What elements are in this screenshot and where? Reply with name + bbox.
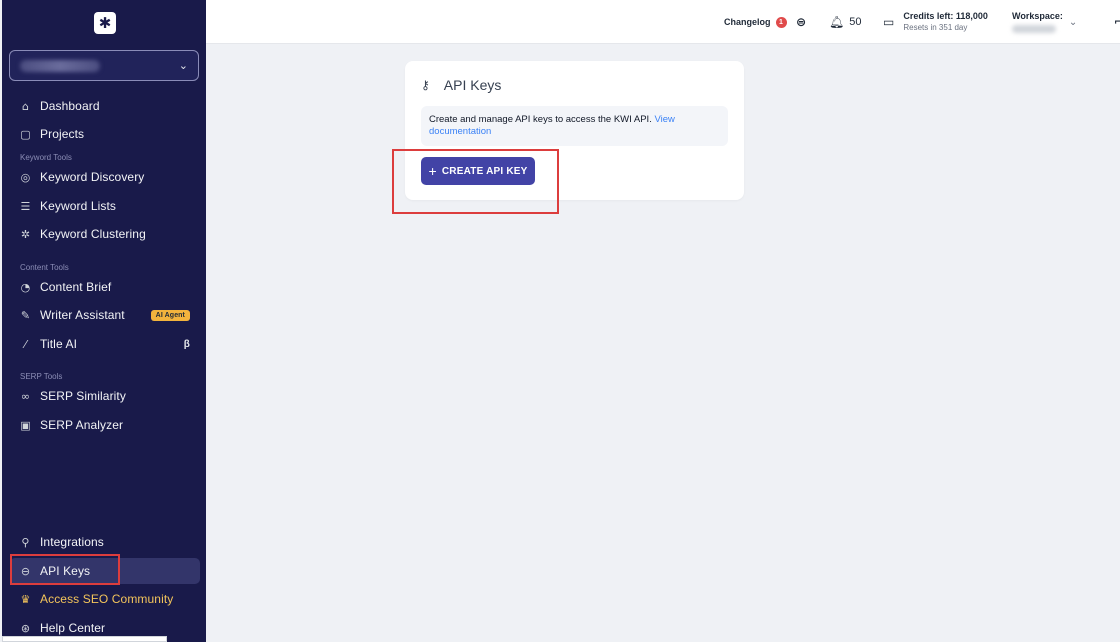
bell-icon: 🔔︎	[829, 15, 845, 29]
list-icon: ☰	[20, 199, 31, 213]
sidebar-item-label: Writer Assistant	[40, 308, 125, 322]
page-title: API Keys	[443, 77, 502, 93]
section-label-content-tools: Content Tools	[20, 263, 69, 272]
help-icon: ⊛	[20, 621, 31, 635]
sidebar-item-title-ai[interactable]: ⁄ Title AI β	[10, 331, 200, 357]
chevron-down-icon: ⌄	[178, 60, 188, 72]
sidebar-item-label: Keyword Lists	[40, 199, 116, 213]
ai-agent-badge: AI Agent	[150, 309, 190, 321]
user-circle-icon: ⊜	[796, 15, 807, 29]
wallet-icon: ▭	[883, 15, 895, 29]
sidebar-item-label: Integrations	[40, 535, 104, 549]
credits-left: Credits left: 118,000	[903, 11, 988, 21]
section-label-serp-tools: SERP Tools	[20, 372, 63, 381]
sidebar-item-label: Keyword Discovery	[40, 170, 145, 184]
workspace-selector[interactable]: ⌄	[9, 50, 199, 81]
plug-icon: ⚲	[21, 535, 30, 549]
sidebar-item-integrations[interactable]: ⚲ Integrations	[10, 529, 200, 555]
workspace-name-blurred	[20, 59, 100, 72]
brief-icon: ◔	[20, 280, 31, 294]
sidebar-item-label: Keyword Clustering	[40, 227, 146, 241]
sidebar-item-label: Content Brief	[40, 280, 112, 294]
sidebar-item-label: SERP Analyzer	[40, 418, 124, 432]
sidebar-item-writer-assistant[interactable]: ✎ Writer Assistant AI Agent	[10, 302, 200, 328]
status-tooltip	[2, 636, 167, 642]
monitor-icon: ▣	[20, 418, 31, 432]
beta-badge: β	[183, 338, 190, 350]
sidebar-item-keyword-discovery[interactable]: ◎ Keyword Discovery	[10, 164, 200, 190]
sidebar-item-label: SERP Similarity	[40, 389, 126, 403]
top-bar: Changelog 1 ⊜ 🔔︎ 50 ▭ Credits left: 118,…	[206, 0, 1120, 44]
crown-icon: ♛	[20, 592, 31, 606]
sidebar: ✱ ⌄ ⌂ Dashboard ▢ Projects Keyword Tools…	[2, 0, 206, 642]
workspace-switcher[interactable]: Workspace: ⌄	[1012, 0, 1077, 44]
cluster-icon: ✲	[20, 227, 31, 241]
section-label-keyword-tools: Keyword Tools	[20, 153, 72, 162]
home-icon: ⌂	[21, 99, 30, 113]
link-icon: ∞	[20, 389, 31, 403]
workspace-label: Workspace:	[1012, 11, 1063, 21]
sidebar-item-label: Help Center	[40, 621, 106, 635]
changelog-label: Changelog	[724, 17, 771, 27]
sidebar-item-projects[interactable]: ▢ Projects	[10, 121, 200, 147]
notifications-button[interactable]: 🔔︎ 50	[829, 0, 861, 44]
key-icon: ⚷	[421, 78, 430, 92]
credits-display[interactable]: ▭ Credits left: 118,000 Resets in 351 da…	[883, 0, 988, 44]
sidebar-item-content-brief[interactable]: ◔ Content Brief	[10, 274, 200, 300]
highlight-box-create-button	[392, 149, 559, 214]
highlight-box-api-keys	[10, 554, 120, 585]
sidebar-item-label: Title AI	[40, 337, 78, 351]
sidebar-item-keyword-clustering[interactable]: ✲ Keyword Clustering	[10, 221, 200, 247]
document-icon: ▢	[20, 127, 31, 141]
changelog-count-badge: 1	[775, 16, 787, 28]
expand-icon[interactable]: ⌐	[1114, 0, 1120, 44]
workspace-name-blurred	[1012, 25, 1056, 33]
sidebar-item-label: Access SEO Community	[40, 592, 174, 606]
magic-wand-icon: ⁄	[24, 337, 27, 351]
notifications-count: 50	[849, 16, 862, 28]
sidebar-item-dashboard[interactable]: ⌂ Dashboard	[10, 93, 200, 119]
chevron-down-icon: ⌄	[1068, 16, 1078, 28]
sidebar-item-serp-similarity[interactable]: ∞ SERP Similarity	[10, 383, 200, 409]
sidebar-item-label: Dashboard	[40, 99, 100, 113]
account-button[interactable]: ⊜	[796, 0, 806, 44]
info-box: Create and manage API keys to access the…	[421, 106, 728, 146]
sidebar-item-label: Projects	[40, 127, 85, 141]
credits-reset: Resets in 351 day	[903, 23, 968, 32]
info-text: Create and manage API keys to access the…	[429, 114, 652, 125]
changelog-link[interactable]: Changelog 1	[724, 0, 787, 44]
sidebar-item-keyword-lists[interactable]: ☰ Keyword Lists	[10, 193, 200, 219]
sidebar-item-seo-community[interactable]: ♛ Access SEO Community	[10, 586, 200, 612]
compass-icon: ◎	[20, 170, 31, 184]
app-logo[interactable]: ✱	[94, 12, 116, 34]
card-header: ⚷ API Keys	[421, 77, 501, 93]
edit-icon: ✎	[20, 308, 31, 322]
sidebar-item-serp-analyzer[interactable]: ▣ SERP Analyzer	[10, 412, 200, 438]
